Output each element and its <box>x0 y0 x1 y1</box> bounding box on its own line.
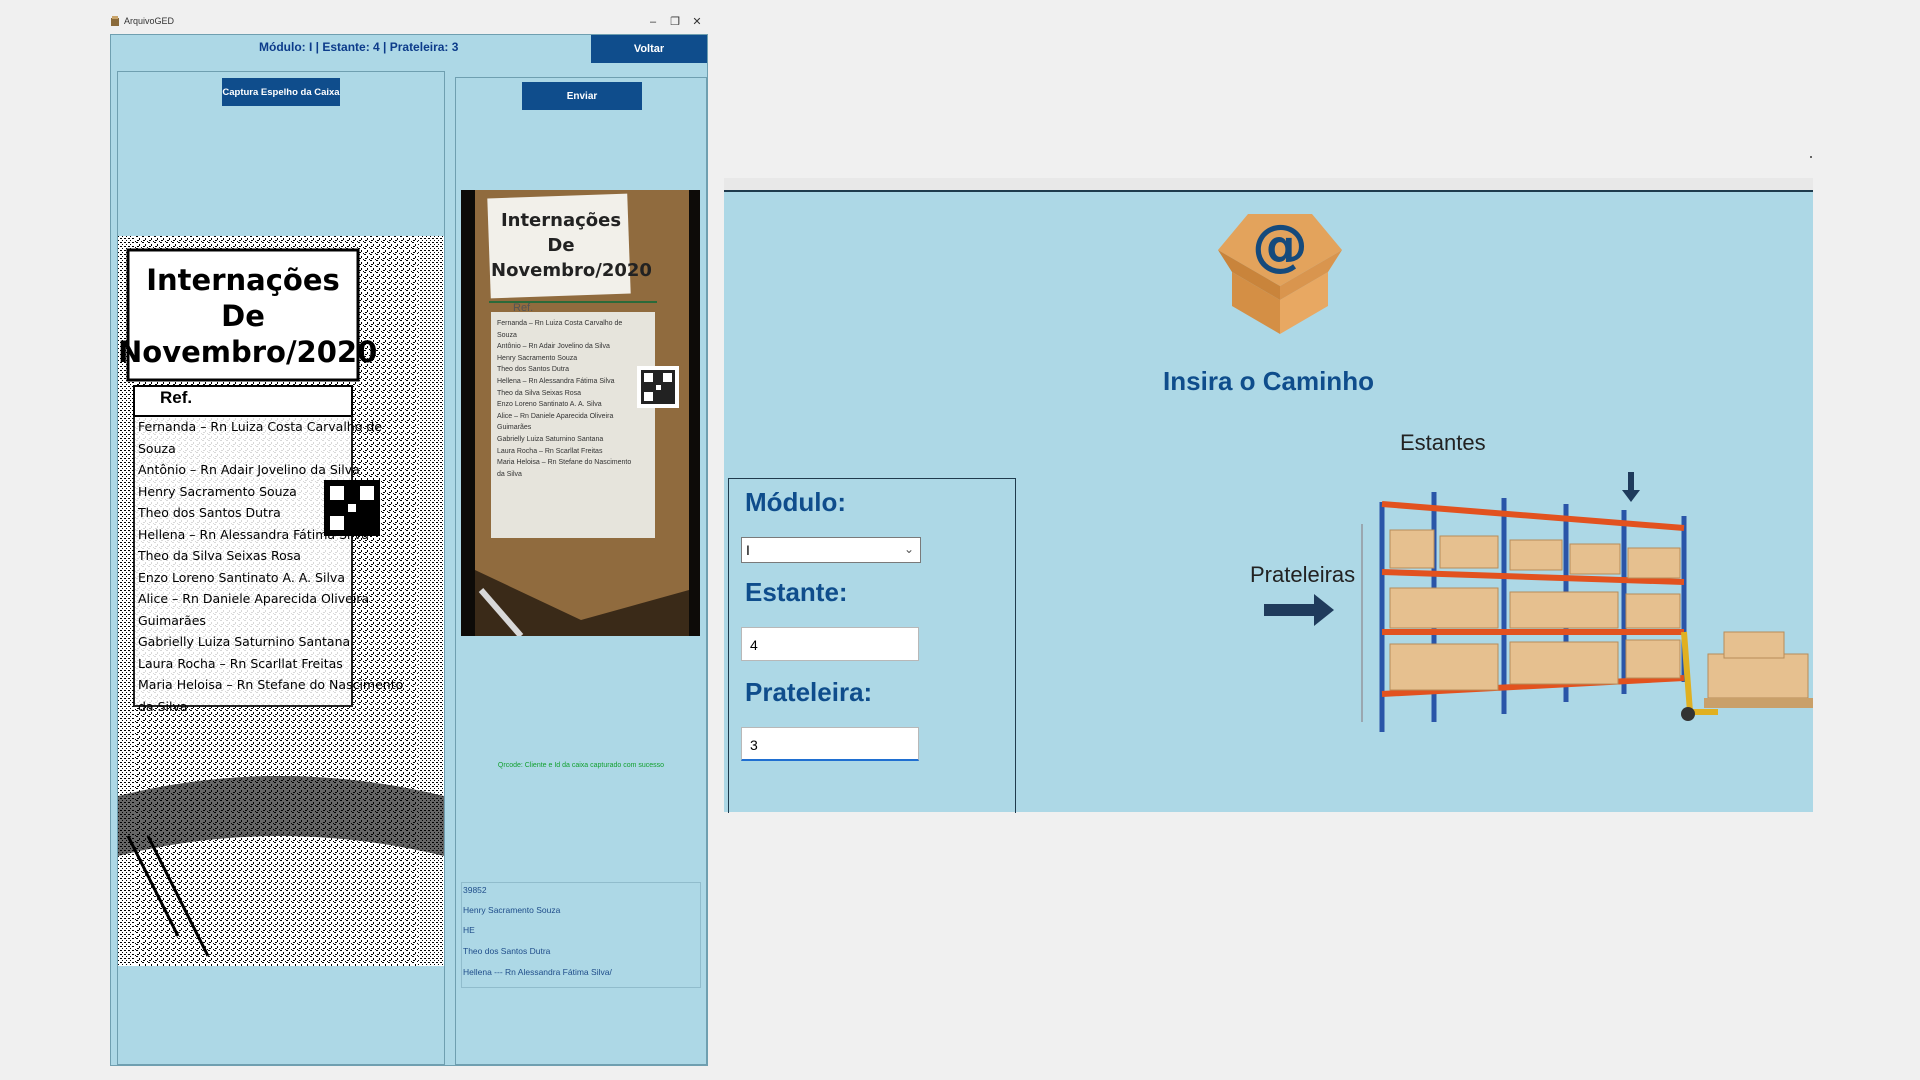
warehouse-shelf-illustration: Estantes Prateleiras <box>1250 430 1813 762</box>
color-name: Antônio – Rn Adair Jovelino da Silva <box>497 343 610 351</box>
color-ref: Ref. <box>513 302 534 314</box>
captured-color-image: Internações De Novembro/2020 Ref. Fernan… <box>461 190 700 636</box>
color-title-line: Internações <box>500 210 622 231</box>
color-name: Henry Sacramento Souza <box>497 354 578 362</box>
prateleira-value: 3 <box>750 737 758 753</box>
color-name: Guimarães <box>497 424 532 432</box>
color-name: Laura Rocha – Rn Scarllat Freitas <box>497 447 603 455</box>
bw-name: Souza <box>138 440 176 456</box>
svg-text:@: @ <box>1252 214 1308 278</box>
modulo-select[interactable]: I ⌄ <box>741 537 921 563</box>
bw-name: Alice – Rn Daniele Aparecida Oliveira <box>138 591 370 606</box>
estante-input[interactable]: 4 <box>741 627 919 661</box>
bw-name: Gabrielly Luiza Saturnino Santana <box>138 634 351 649</box>
estante-label: Estante: <box>745 577 848 607</box>
path-form: Módulo: I ⌄ Estante: 4 Prateleira: 3 <box>728 478 1016 813</box>
bw-title-line: Internações <box>146 263 340 297</box>
page-heading: Insira o Caminho <box>1163 366 1374 396</box>
path-entry-screen: @ Insira o Caminho Módulo: I ⌄ Estante: … <box>724 190 1813 813</box>
minimize-button[interactable]: – <box>642 14 664 30</box>
color-title-line: Novembro/2020 <box>491 260 652 281</box>
capture-box-button[interactable]: Captura Espelho da Caixa <box>222 78 340 106</box>
qr-status-message: Qrcode: Cliente e Id da caixa capturado … <box>497 762 665 769</box>
color-name: Hellena – Rn Alessandra Fátima Silva <box>497 377 615 385</box>
window-client-area: Módulo: I | Estante: 4 | Prateleira: 3 V… <box>110 34 708 1066</box>
capture-panel: Captura Espelho da Caixa Internações De … <box>117 71 445 1065</box>
back-button[interactable]: Voltar <box>591 35 707 63</box>
estante-value: 4 <box>750 637 758 653</box>
bw-name: Laura Rocha – Rn Scarllat Freitas <box>138 655 343 671</box>
color-name: Gabrielly Luiza Saturnino Santana <box>497 435 604 443</box>
estantes-caption: Estantes <box>1400 430 1486 455</box>
bw-name: Fernanda – Rn Luiza Costa Carvalho de <box>138 419 382 434</box>
close-button[interactable]: ✕ <box>686 14 708 30</box>
prateleira-label: Prateleira: <box>745 677 873 707</box>
chevron-down-icon[interactable]: ⌄ <box>900 540 918 558</box>
prateleira-input[interactable]: 3 <box>741 727 919 761</box>
screen-top-strip <box>724 178 1813 190</box>
color-title-line: De <box>547 235 575 256</box>
send-button[interactable]: Enviar <box>522 82 642 110</box>
result-line: HE <box>463 925 475 935</box>
result-line: Theo dos Santos Dutra <box>463 946 551 956</box>
result-line: 39852 <box>463 885 487 895</box>
bw-title-line: Novembro/2020 <box>118 335 378 369</box>
color-name: Maria Heloisa – Rn Stefane do Nascimento <box>497 459 632 467</box>
app-icon <box>111 16 119 26</box>
color-name: Souza <box>497 331 517 339</box>
bw-name: Hellena – Rn Alessandra Fátima Silva <box>138 526 369 542</box>
window-title: ArquivoGED <box>124 16 175 26</box>
app-window: ArquivoGED – ❐ ✕ Módulo: I | Estante: 4 … <box>110 12 708 1066</box>
modulo-selected-value: I <box>746 542 750 558</box>
send-panel: Enviar Internações De Novembro/2020 Ref.… <box>455 77 707 1065</box>
qr-result-list[interactable]: 39852 Henry Sacramento Souza HE Theo dos… <box>461 882 701 988</box>
maximize-button[interactable]: ❐ <box>664 14 686 30</box>
bw-name: Antônio – Rn Adair Jovelino da Silva <box>138 462 360 477</box>
result-line: Hellena --- Rn Alessandra Fátima Silva/ <box>463 967 612 977</box>
color-name: Alice – Rn Daniele Aparecida Oliveira <box>497 412 614 420</box>
title-bar[interactable]: ArquivoGED – ❐ ✕ <box>110 12 708 34</box>
bw-name: Maria Heloisa – Rn Stefane do Nascimento <box>138 677 404 692</box>
bw-name: da Silva <box>138 698 188 714</box>
color-name: da Silva <box>497 470 522 478</box>
path-label: Módulo: I | Estante: 4 | Prateleira: 3 <box>259 40 459 54</box>
bw-name: Theo da Silva Seixas Rosa <box>138 548 301 563</box>
bw-name: Theo dos Santos Dutra <box>138 505 281 520</box>
bw-title-line: De <box>221 299 265 333</box>
color-name: Theo da Silva Seixas Rosa <box>497 389 582 397</box>
result-line: Henry Sacramento Souza <box>463 905 561 915</box>
prateleiras-caption: Prateleiras <box>1250 562 1356 587</box>
color-name: Enzo Loreno Santinato A. A. Silva <box>497 401 602 409</box>
stray-dot <box>1810 156 1812 158</box>
color-name: Theo dos Santos Dutra <box>497 366 569 374</box>
bw-ref: Ref. <box>160 388 193 407</box>
bw-name: Enzo Loreno Santinato A. A. Silva <box>138 569 345 585</box>
email-box-logo-icon: @ <box>1218 214 1342 334</box>
bw-name: Guimarães <box>138 612 206 628</box>
modulo-label: Módulo: <box>745 487 847 517</box>
bw-name: Henry Sacramento Souza <box>138 483 297 499</box>
captured-bw-image: Internações De Novembro/2020 Ref. Fernan… <box>118 236 444 966</box>
color-name: Fernanda – Rn Luiza Costa Carvalho de <box>497 320 623 327</box>
